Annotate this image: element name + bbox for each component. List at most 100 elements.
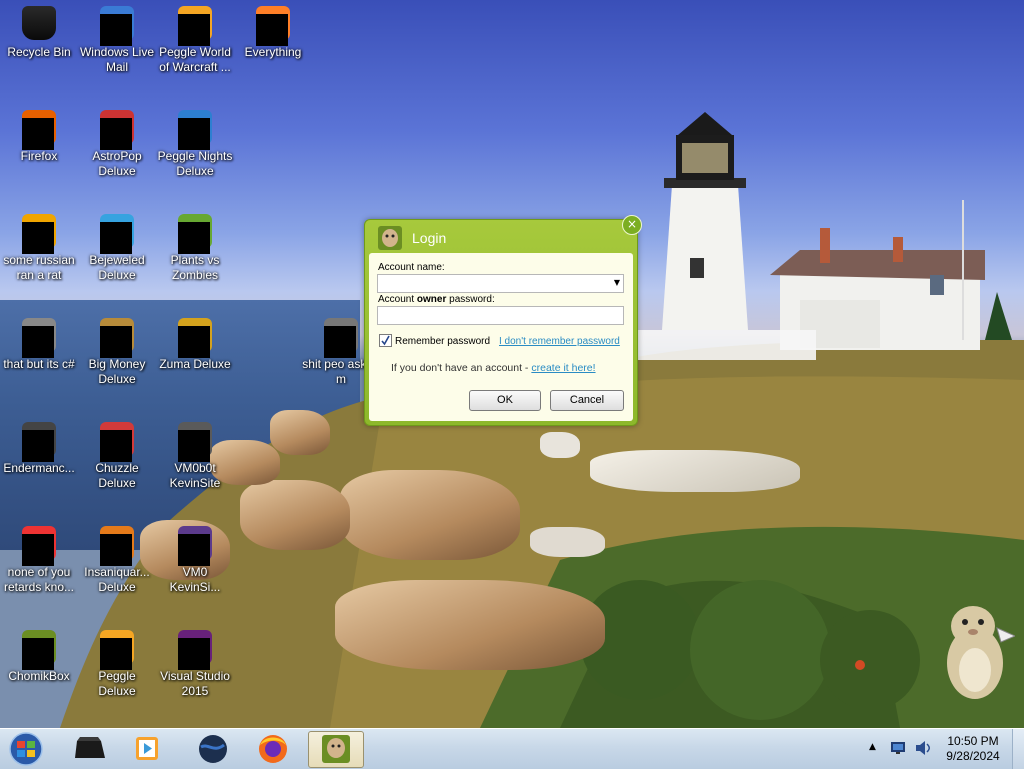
start-button[interactable]	[2, 731, 50, 766]
desktop-shortcut[interactable]: Big Money Deluxe	[78, 312, 156, 387]
redacted-overlay	[100, 14, 132, 46]
forgot-password-link[interactable]: I don't remember password	[499, 336, 620, 347]
pvz-icon	[178, 214, 212, 254]
taskbar-chomikbox-button[interactable]	[308, 731, 364, 768]
desktop-shortcut[interactable]: Peggle Nights Deluxe	[156, 104, 234, 179]
volume-icon[interactable]	[914, 740, 932, 756]
desktop-shortcut-label: Firefox	[20, 149, 58, 163]
redacted-overlay	[100, 430, 132, 462]
redacted-overlay	[178, 430, 210, 462]
redacted-overlay	[22, 638, 54, 670]
desktop-shortcut-label: Zuma Deluxe	[159, 357, 231, 371]
desktop-shortcut-label: Recycle Bin	[7, 45, 71, 59]
redacted-overlay	[178, 14, 210, 46]
app-icon	[22, 214, 56, 254]
taskbar-firefox-button[interactable]	[246, 731, 300, 766]
vm-icon	[178, 422, 212, 462]
desktop-shortcut-label: Peggle Deluxe	[98, 669, 136, 698]
taskbar-media-player-button[interactable]	[120, 731, 174, 766]
desktop-shortcut[interactable]: Bejeweled Deluxe	[78, 208, 156, 283]
remember-password-label: Remember password	[395, 336, 491, 347]
media-player-icon	[136, 737, 158, 760]
visual-studio-icon	[178, 630, 212, 670]
redacted-overlay	[100, 118, 132, 150]
clock-date: 9/28/2024	[946, 749, 1000, 763]
desktop-shortcut[interactable]: that but its c#	[0, 312, 78, 372]
redacted-overlay	[22, 118, 54, 150]
app-icon	[22, 526, 56, 566]
login-dialog: Login × Account name: ▼ Account owner pa…	[364, 215, 642, 426]
insaniquarium-icon	[100, 526, 134, 566]
remember-password-checkbox[interactable]	[379, 334, 392, 347]
peggle-wow-icon	[178, 6, 212, 46]
redacted-overlay	[324, 326, 356, 358]
desktop-shortcut[interactable]: Endermanc...	[0, 416, 78, 476]
redacted-overlay	[100, 534, 132, 566]
desktop-shortcut[interactable]: Firefox	[0, 104, 78, 164]
taskbar-browser-button[interactable]	[186, 731, 240, 766]
desktop-shortcut-label: Plants vs Zombies	[170, 253, 220, 282]
redacted-overlay	[22, 326, 54, 358]
desktop-shortcut-label: some russian ran a rat	[3, 253, 75, 282]
desktop-shortcut[interactable]: VM0b0t KevinSite	[156, 416, 234, 491]
search-icon	[256, 6, 290, 46]
redacted-overlay	[178, 638, 210, 670]
desktop-shortcut-label: ChomikBox	[8, 669, 70, 683]
account-name-label: Account name:	[378, 262, 445, 273]
desktop-shortcut[interactable]: Plants vs Zombies	[156, 208, 234, 283]
create-account-link[interactable]: create it here!	[531, 362, 595, 374]
desktop-shortcut[interactable]: some russian ran a rat	[0, 208, 78, 283]
vm-icon	[178, 526, 212, 566]
desktop-shortcut-label: that but its c#	[3, 357, 75, 371]
desktop-shortcut[interactable]: Visual Studio 2015	[156, 624, 234, 699]
redacted-overlay	[178, 326, 210, 358]
desktop-shortcut-label: VM0 KevinSi...	[169, 565, 221, 594]
redacted-overlay	[100, 222, 132, 254]
start-orb-icon	[9, 732, 43, 766]
desktop-shortcut-label: Bejeweled Deluxe	[89, 253, 145, 282]
desktop-shortcut-label: Peggle Nights Deluxe	[157, 149, 233, 178]
desktop-shortcut[interactable]: Windows Live Mail	[78, 0, 156, 75]
hamster-widget[interactable]	[935, 598, 1015, 708]
desktop-shortcut[interactable]: Recycle Bin	[0, 0, 78, 60]
desktop-shortcut-label: Insaniquar... Deluxe	[84, 565, 150, 594]
network-icon[interactable]	[890, 741, 906, 755]
desktop-shortcut[interactable]: Peggle Deluxe	[78, 624, 156, 699]
show-desktop-button[interactable]	[1012, 729, 1024, 769]
desktop-shortcut[interactable]: ChomikBox	[0, 624, 78, 684]
login-panel: Account name: ▼ Account owner password: …	[369, 253, 633, 421]
account-name-dropdown[interactable]: ▼	[377, 274, 624, 293]
cancel-button[interactable]: Cancel	[550, 390, 624, 411]
chevron-down-icon[interactable]: ▼	[614, 278, 620, 287]
chomikbox-icon	[322, 735, 350, 763]
desktop-shortcut[interactable]: Zuma Deluxe	[156, 312, 234, 372]
zuma-icon	[178, 318, 212, 358]
desktop-shortcut[interactable]: AstroPop Deluxe	[78, 104, 156, 179]
no-account-text: If you don't have an account - create it…	[391, 362, 596, 374]
desktop-shortcut-label: Big Money Deluxe	[88, 357, 146, 386]
desktop-shortcut[interactable]: Everything	[234, 0, 312, 60]
bejeweled-icon	[100, 214, 134, 254]
dialog-title: Login	[412, 230, 447, 246]
desktop-shortcut[interactable]: Peggle World of Warcraft ...	[156, 0, 234, 75]
desktop-shortcut[interactable]: Insaniquar... Deluxe	[78, 520, 156, 595]
checkmark-icon	[381, 335, 390, 346]
desktop-shortcut[interactable]: Chuzzle Deluxe	[78, 416, 156, 491]
app-icon	[324, 318, 358, 358]
desktop-shortcut-label: none of you retards kno...	[3, 565, 75, 594]
redacted-overlay	[256, 14, 288, 46]
desktop-shortcut-label: Everything	[244, 45, 302, 59]
close-icon[interactable]: ×	[622, 215, 642, 235]
firefox-icon	[22, 110, 56, 150]
ok-button[interactable]: OK	[469, 390, 541, 411]
redacted-overlay	[22, 534, 54, 566]
redacted-overlay	[100, 326, 132, 358]
password-field[interactable]	[377, 306, 624, 325]
big-money-icon	[100, 318, 134, 358]
taskbar-terminal-button[interactable]	[63, 731, 117, 766]
desktop-shortcut[interactable]: none of you retards kno...	[0, 520, 78, 595]
system-clock[interactable]: 10:50 PM 9/28/2024	[940, 734, 1006, 764]
app-icon	[22, 422, 56, 462]
desktop-shortcut[interactable]: VM0 KevinSi...	[156, 520, 234, 595]
show-hidden-icons-button[interactable]: ▲	[869, 742, 876, 752]
